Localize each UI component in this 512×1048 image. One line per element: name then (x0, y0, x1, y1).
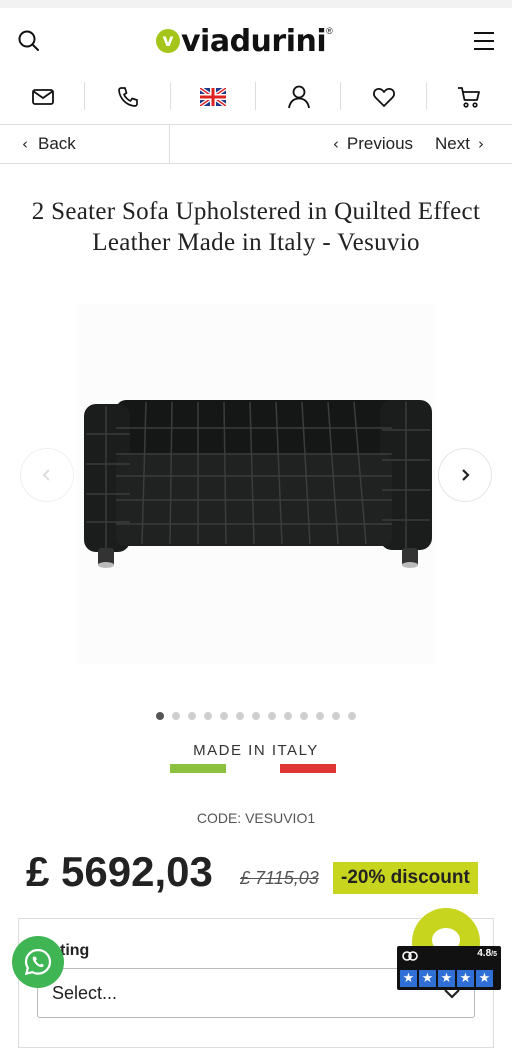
whatsapp-icon (24, 948, 52, 976)
site-header: v viadurini ® (0, 8, 512, 72)
product-title: 2 Seater Sofa Upholstered in Quilted Eff… (31, 198, 481, 256)
star-icon: ★ (419, 970, 436, 987)
gallery-dot[interactable] (156, 712, 164, 720)
gallery-dot[interactable] (348, 712, 356, 720)
next-label: Next (435, 134, 470, 153)
gallery-dot[interactable] (220, 712, 228, 720)
cart-icon (458, 87, 481, 108)
gallery-pagination (0, 712, 512, 720)
discount-badge: -20% discount (333, 862, 478, 894)
gallery-dot[interactable] (268, 712, 276, 720)
gallery-dot[interactable] (204, 712, 212, 720)
gallery-dot[interactable] (188, 712, 196, 720)
italy-flag-red-bar (280, 764, 336, 773)
previous-link[interactable]: ‹ Previous (333, 134, 413, 154)
product-navigation-bar: ‹ Back ‹ Previous Next › (0, 124, 512, 164)
option-label: ting (60, 942, 90, 959)
logo-text: viadurini (181, 23, 327, 59)
made-in-italy-label: MADE IN ITALY (193, 742, 319, 759)
gallery-dot[interactable] (284, 712, 292, 720)
heart-icon (373, 87, 395, 107)
prev-next-links: ‹ Previous Next › (333, 125, 484, 163)
gallery-dot[interactable] (332, 712, 340, 720)
contact-phone-button[interactable] (85, 72, 171, 122)
language-selector[interactable] (171, 72, 257, 122)
product-code: CODE: VESUVIO1 (196, 810, 316, 826)
chevron-right-icon (462, 469, 470, 481)
site-logo[interactable]: v viadurini ® (156, 23, 333, 59)
hamburger-menu-icon (474, 32, 494, 50)
top-status-strip (0, 0, 512, 8)
gallery-prev-button[interactable] (20, 448, 74, 502)
sofa-image (84, 400, 432, 568)
search-button[interactable] (16, 28, 42, 54)
mail-icon (31, 89, 54, 105)
utility-icon-bar (0, 72, 512, 122)
rating-stars: ★ ★ ★ ★ ★ (400, 970, 493, 987)
rating-score: 4.8/5 (477, 948, 497, 959)
rating-scale: /5 (491, 951, 497, 958)
phone-icon (118, 87, 138, 107)
review-rating-badge[interactable]: 4.8/5 ★ ★ ★ ★ ★ (397, 946, 501, 990)
contact-email-button[interactable] (0, 72, 86, 122)
gallery-next-button[interactable] (438, 448, 492, 502)
gallery-dot[interactable] (236, 712, 244, 720)
gallery-dot[interactable] (252, 712, 260, 720)
star-icon: ★ (457, 970, 474, 987)
current-price: £ 5692,03 (26, 848, 213, 895)
whatsapp-chat-button[interactable] (12, 936, 64, 988)
review-logo-icon (402, 951, 418, 961)
original-price: £ 7115,03 (240, 868, 319, 888)
uk-flag-icon (200, 88, 227, 106)
back-label: Back (38, 134, 76, 153)
option-select-value: Select... (52, 982, 118, 1003)
cart-button[interactable] (427, 72, 512, 122)
gallery-dot[interactable] (316, 712, 324, 720)
chevron-left-icon: ‹ (332, 135, 339, 153)
gallery-dot[interactable] (172, 712, 180, 720)
user-icon (287, 85, 310, 109)
product-image[interactable] (76, 304, 436, 664)
italy-flag-green-bar (170, 764, 226, 773)
chevron-right-icon: › (478, 135, 484, 153)
star-icon: ★ (438, 970, 455, 987)
star-icon: ★ (476, 970, 493, 987)
account-button[interactable] (256, 72, 342, 122)
search-icon (18, 30, 39, 51)
gallery-dot[interactable] (300, 712, 308, 720)
back-link[interactable]: ‹ Back (0, 125, 170, 163)
wishlist-button[interactable] (341, 72, 427, 122)
previous-label: Previous (346, 134, 414, 153)
star-icon: ★ (400, 970, 417, 987)
logo-mark: v (156, 29, 180, 53)
chevron-left-icon: ‹ (22, 135, 28, 153)
logo-registered-mark: ® (326, 26, 333, 36)
menu-button[interactable] (472, 30, 496, 52)
chevron-left-icon (42, 469, 50, 481)
next-link[interactable]: Next › (435, 134, 484, 154)
rating-score-value: 4.8 (477, 948, 492, 959)
